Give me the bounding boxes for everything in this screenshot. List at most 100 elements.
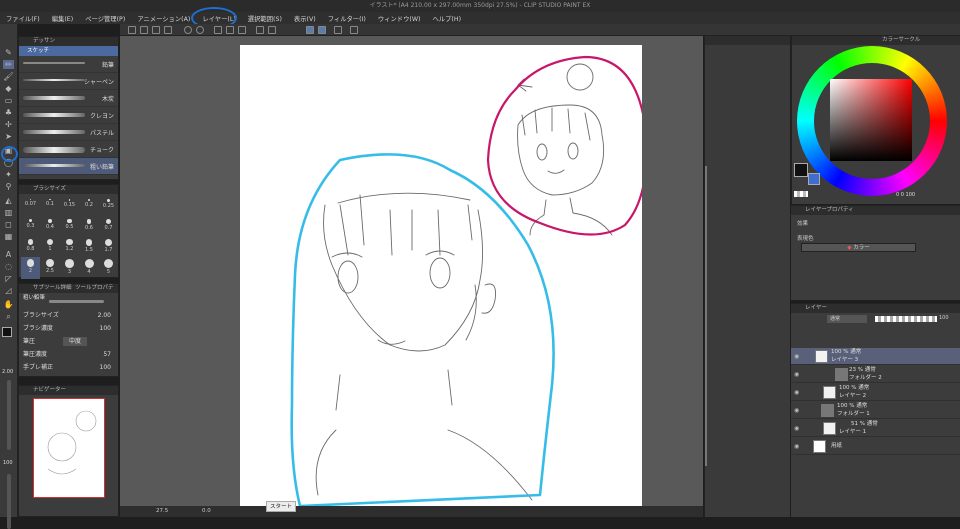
brush-size-option[interactable]: 1 [41,237,60,259]
brush-size-option[interactable]: 0.2 [80,197,99,219]
visibility-eye-icon[interactable]: ◉ [794,353,799,360]
gradient-tool-icon[interactable]: ▥ [3,208,14,217]
visibility-eye-icon[interactable]: ◉ [794,389,799,396]
zoom-value[interactable]: 27.5 [156,508,168,514]
sub-color-chip[interactable] [808,173,820,185]
prop-pressure[interactable]: 筆圧 中度 [23,337,117,346]
menu-view[interactable]: 表示(V) [294,14,316,23]
figure-tool-icon[interactable]: ◻ [3,220,14,229]
menu-selection[interactable]: 選択範囲(S) [248,14,282,23]
layer-property-title[interactable]: レイヤープロパティ [791,206,960,215]
ruler-icon[interactable] [350,26,358,34]
layer-row-folder-2[interactable]: ◉ 23 % 通常 フォルダー 2 [791,366,960,383]
eraser-tool-icon[interactable]: ▭ [3,96,14,105]
brush-charcoal[interactable]: 木炭 [19,90,118,107]
undo-icon[interactable] [184,26,192,34]
auto-select-tool-icon[interactable]: ✦ [3,170,14,179]
brush-size-option[interactable]: 0.8 [21,237,40,259]
layer-row-paper[interactable]: ◉ 用紙 [791,438,960,455]
visibility-eye-icon[interactable]: ◉ [794,443,799,450]
start-button[interactable]: スタート [266,501,296,512]
layer-opacity-slider[interactable] [875,316,937,322]
layer-panel-title[interactable]: レイヤー [791,304,960,313]
fill-icon[interactable] [238,26,246,34]
object-tool-icon[interactable]: ➤ [3,132,14,141]
grid-snap-icon[interactable] [334,26,342,34]
brush-size-option[interactable]: 1.2 [60,237,79,259]
brush-size-option[interactable]: 0.4 [41,217,60,239]
menu-window[interactable]: ウィンドウ(W) [378,14,421,23]
zoom-tool-icon[interactable]: ⌕ [3,312,14,321]
ruler-snap-icon[interactable] [306,26,314,34]
brush-crayon[interactable]: クレヨン [19,107,118,124]
brush-size-option[interactable]: 0.6 [80,217,99,239]
brush-rough-pencil[interactable]: 粗い鉛筆 [19,158,118,175]
pen-tool-icon[interactable]: ✎ [3,48,14,57]
correct-line-tool-icon[interactable]: ◿ [3,286,14,295]
brush-size-option[interactable]: 0.3 [21,217,40,239]
layer-row-3[interactable]: ◉ 100 % 通常 レイヤー 3 [791,348,960,365]
clear-icon[interactable] [214,26,222,34]
fill-tool-icon[interactable]: ◭ [3,196,14,205]
blend-tool-icon[interactable]: ♣ [3,108,14,117]
prop-brush-density[interactable]: ブラシ濃度 100 [23,324,117,333]
visibility-eye-icon[interactable]: ◉ [794,371,799,378]
brush-pencil[interactable]: 鉛筆 [19,56,118,73]
subtool-group[interactable]: スケッチ [19,46,118,56]
visibility-eye-icon[interactable]: ◉ [794,425,799,432]
side-dock-scrollbar[interactable] [705,166,707,466]
frame-tool-icon[interactable]: ▦ [3,232,14,241]
airbrush-tool-icon[interactable]: ◆ [3,84,14,93]
visibility-eye-icon[interactable]: ◉ [794,407,799,414]
redo-icon[interactable] [196,26,204,34]
menu-page[interactable]: ページ管理(P) [85,14,125,23]
brush-size-option[interactable]: 0.07 [21,197,40,219]
blend-mode-select[interactable]: 通常 [827,315,867,323]
text-tool-icon[interactable]: A [3,250,14,259]
pencil-tool-icon[interactable]: ✏ [3,60,14,69]
line-tool-icon[interactable]: ◸ [3,274,14,283]
menu-animation[interactable]: アニメーション(A) [137,14,190,23]
brush-size-option[interactable]: 0.1 [41,197,60,219]
special-ruler-snap-icon[interactable] [318,26,326,34]
select-all-icon[interactable] [256,26,264,34]
color-tab[interactable]: カラーサークル [792,36,960,45]
brush-size-option[interactable]: 3 [60,257,79,279]
saturation-value-square[interactable] [830,79,912,161]
main-color-chip[interactable] [794,163,808,177]
brush-size-option[interactable]: 5 [99,257,118,279]
display-color-select[interactable]: ◆ カラー [801,243,916,252]
eyedropper-tool-icon[interactable]: ⚲ [3,182,14,191]
prop-brush-size[interactable]: ブラシサイズ 2.00 [23,311,117,320]
brush-size-option[interactable]: 0.5 [60,217,79,239]
subtool-tab[interactable]: デッサン [19,37,118,46]
brush-size-option[interactable]: 0.15 [60,197,79,219]
brush-size-option[interactable]: 1.5 [80,237,99,259]
menu-file[interactable]: ファイル(F) [6,14,40,23]
menu-filter[interactable]: フィルター(I) [328,14,366,23]
brush-size-option[interactable]: 4 [80,257,99,279]
transform-icon[interactable] [226,26,234,34]
layer-row-2[interactable]: ◉ 100 % 通常 レイヤー 2 [791,384,960,401]
drawing-paper[interactable] [240,45,648,508]
menu-edit[interactable]: 編集(E) [52,14,74,23]
brush-chalk[interactable]: チョーク [19,141,118,158]
brush-size-option[interactable]: 1.7 [99,237,118,259]
hand-tool-icon[interactable]: ✋ [3,300,14,309]
prop-pressure-density[interactable]: 筆圧濃度 57 [23,350,117,359]
brush-size-option[interactable]: 2 [21,257,40,279]
export-icon[interactable] [164,26,172,34]
save-icon[interactable] [152,26,160,34]
transparent-chip[interactable] [794,191,808,197]
side-dock-tabs[interactable] [705,36,790,45]
brush-pastel[interactable]: パステル [19,124,118,141]
brush-size-option[interactable]: 0.25 [99,197,118,219]
deselect-icon[interactable] [268,26,276,34]
move-tool-icon[interactable]: ✢ [3,120,14,129]
size-slider[interactable] [7,380,11,450]
new-file-icon[interactable] [128,26,136,34]
balloon-tool-icon[interactable]: ◌ [3,262,14,271]
navigator-preview[interactable] [33,398,105,498]
prop-stabilization[interactable]: 手ブレ補正 100 [23,363,117,372]
menu-help[interactable]: ヘルプ(H) [433,14,462,23]
